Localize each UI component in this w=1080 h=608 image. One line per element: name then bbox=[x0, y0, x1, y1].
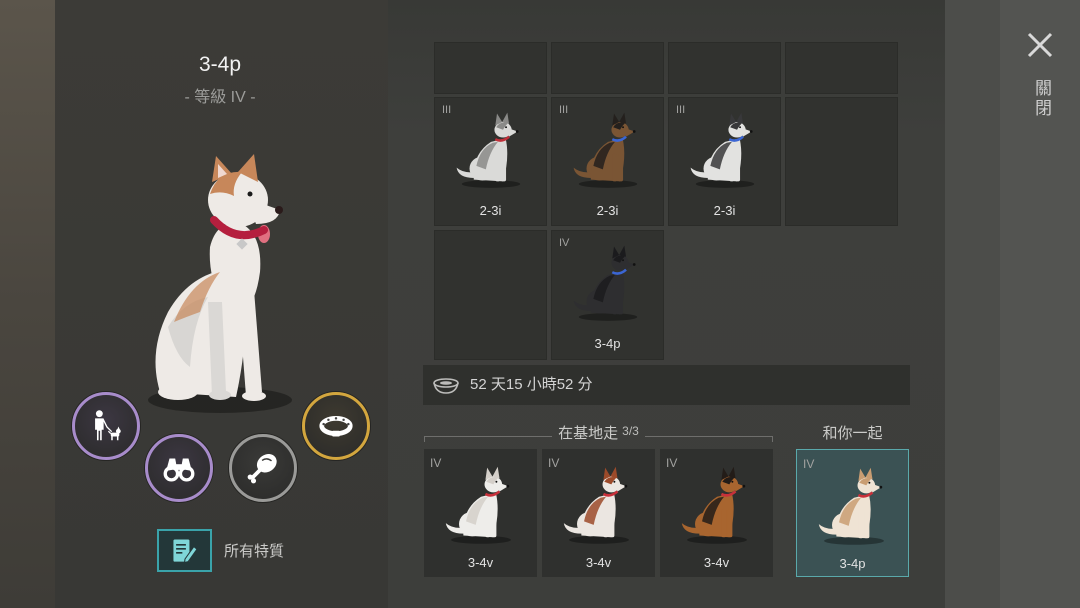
background-right-strip bbox=[945, 0, 1000, 608]
tier-label: III bbox=[559, 104, 569, 116]
dog-illustration bbox=[573, 245, 638, 321]
walking-title: 在基地走 3/3 bbox=[552, 424, 645, 444]
kennel-slot-empty[interactable] bbox=[551, 42, 664, 94]
dog-illustration bbox=[573, 112, 638, 188]
walk-with-dog-button[interactable] bbox=[72, 392, 140, 460]
all-traits-label[interactable]: 所有特質 bbox=[224, 543, 284, 561]
bracket-line-right bbox=[644, 436, 774, 442]
meat-icon bbox=[247, 454, 277, 484]
tier-label: III bbox=[676, 104, 686, 116]
kennel-grid: III 2-3i III 2-3i III 2-3i IV 3-4p bbox=[434, 42, 898, 360]
close-label[interactable]: 關閉 bbox=[1029, 79, 1054, 119]
dog-name: 2-3i bbox=[713, 203, 736, 218]
dog-name: 3-4v bbox=[703, 555, 730, 570]
with-you-title: 和你一起 bbox=[822, 425, 883, 442]
tier-label: IV bbox=[548, 456, 560, 470]
walk-with-dog-icon bbox=[95, 410, 121, 441]
dog-illustration bbox=[445, 466, 511, 544]
food-timer-bar: 52 天15 小時52 分 bbox=[423, 365, 910, 405]
kennel-slot-empty[interactable] bbox=[785, 97, 898, 226]
dog-name: 2-3i bbox=[596, 203, 619, 218]
selected-dog-name: 3-4p bbox=[198, 53, 242, 76]
walking-section-header: 在基地走 3/3 bbox=[424, 424, 774, 444]
selected-dog-level: - 等級 IV - bbox=[184, 89, 256, 106]
tier-label: IV bbox=[666, 456, 678, 470]
explore-binoculars-button[interactable] bbox=[145, 434, 213, 502]
dog-illustration bbox=[818, 467, 884, 545]
dog-name: 3-4v bbox=[585, 555, 612, 570]
collar-icon bbox=[319, 416, 353, 437]
walking-label: 在基地走 bbox=[558, 425, 619, 442]
kennel-slot-dog[interactable]: IV 3-4p bbox=[551, 230, 664, 360]
dog-name: 3-4p bbox=[594, 336, 621, 351]
dog-portrait bbox=[148, 154, 292, 413]
food-time-left: 52 天15 小時52 分 bbox=[470, 376, 593, 393]
tier-label: IV bbox=[803, 457, 815, 471]
tier-label: IV bbox=[430, 456, 442, 470]
dog-name: 2-3i bbox=[479, 203, 502, 218]
binoculars-icon bbox=[163, 458, 195, 482]
food-bowl-icon bbox=[433, 378, 459, 394]
all-traits-button[interactable] bbox=[157, 529, 212, 572]
tier-label: III bbox=[442, 104, 452, 116]
walking-dog-card[interactable]: IV 3-4v bbox=[424, 449, 537, 577]
kennel-slot-dog[interactable]: III 2-3i bbox=[551, 97, 664, 226]
kennel-slot-empty[interactable] bbox=[434, 42, 547, 94]
walking-count: 3/3 bbox=[622, 424, 639, 438]
bracket-line-left bbox=[424, 436, 553, 442]
kennel-slot-dog[interactable]: III 2-3i bbox=[434, 97, 547, 226]
selected-dog-portrait bbox=[138, 152, 303, 417]
dog-illustration bbox=[690, 112, 755, 188]
walking-dog-card[interactable]: IV 3-4v bbox=[660, 449, 773, 577]
notes-edit-icon bbox=[172, 538, 198, 563]
dog-illustration bbox=[456, 112, 521, 188]
walking-dog-card[interactable]: IV 3-4v bbox=[542, 449, 655, 577]
kennel-slot-empty[interactable] bbox=[668, 42, 781, 94]
background-left-edge bbox=[0, 0, 55, 608]
with-you-dog-card[interactable]: IV 3-4p bbox=[796, 449, 909, 577]
dog-illustration bbox=[681, 466, 747, 544]
dog-name: 3-4v bbox=[467, 555, 494, 570]
dog-name: 3-4p bbox=[839, 556, 866, 571]
feed-button[interactable] bbox=[229, 434, 297, 502]
kennel-slot-empty[interactable] bbox=[434, 230, 547, 360]
close-icon[interactable] bbox=[1026, 31, 1054, 59]
dog-illustration bbox=[563, 466, 629, 544]
kennel-slot-empty[interactable] bbox=[785, 42, 898, 94]
collar-button[interactable] bbox=[302, 392, 370, 460]
kennel-slot-dog[interactable]: III 2-3i bbox=[668, 97, 781, 226]
tier-label: IV bbox=[559, 237, 570, 249]
